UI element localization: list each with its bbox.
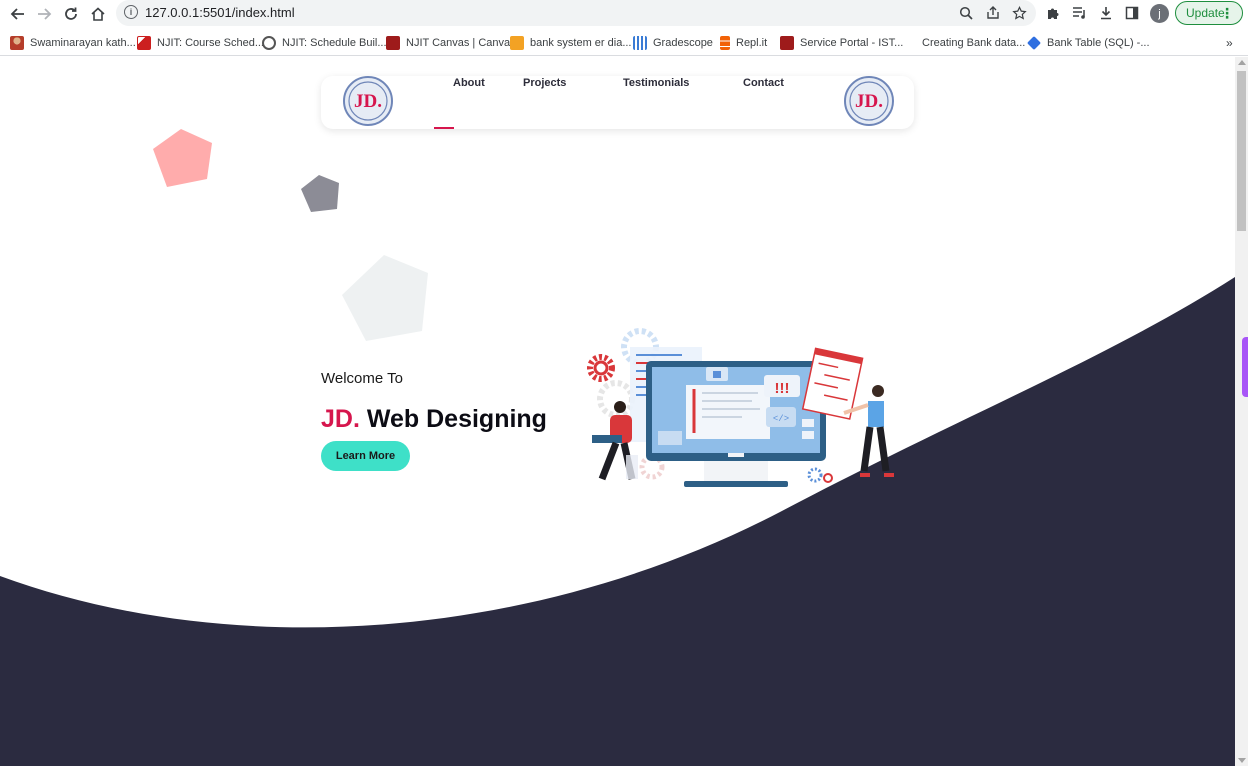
bookmark-label: Service Portal - IST...: [800, 37, 904, 49]
hero-welcome-text: Welcome To: [321, 370, 403, 387]
navbar: [321, 76, 914, 129]
bookmark-label: Repl.it: [736, 37, 768, 49]
bookmark-label: NJIT: Schedule Buil...: [282, 37, 387, 49]
side-panel-icon[interactable]: [1123, 4, 1141, 22]
page-viewport: JD. About Projects Testimonials Contact …: [0, 57, 1235, 766]
nav-link-contact[interactable]: Contact: [743, 77, 784, 89]
puzzle-icon[interactable]: [1044, 4, 1062, 22]
jd-logo-left[interactable]: JD.: [342, 76, 394, 126]
bookmarks-bar: Swaminarayan kath... NJIT: Course Sched.…: [0, 30, 1248, 56]
home-icon[interactable]: [87, 3, 109, 25]
bookmark-label: Swaminarayan kath...: [30, 37, 136, 49]
gear-icon: [587, 354, 615, 382]
headline-rest: Web Designing: [359, 405, 547, 433]
bookmark-label: Bank Table (SQL) -...: [1047, 37, 1150, 49]
download-icon[interactable]: [1097, 4, 1115, 22]
learn-more-button[interactable]: Learn More: [321, 441, 410, 471]
nav-link-projects[interactable]: Projects: [523, 77, 566, 89]
info-icon[interactable]: i: [124, 5, 138, 19]
gradescope-icon: [633, 36, 647, 50]
bookmark-item[interactable]: Service Portal - IST...: [780, 35, 903, 51]
decorative-pentagon-pink: [153, 129, 212, 187]
globe-icon: [262, 36, 276, 50]
bookmark-item[interactable]: NJIT: Schedule Buil...: [262, 35, 387, 51]
active-nav-indicator: [434, 127, 454, 129]
nav-link-testimonials[interactable]: Testimonials: [623, 77, 689, 89]
media-playlist-icon[interactable]: [1070, 4, 1088, 22]
forward-arrow-icon[interactable]: [33, 3, 55, 25]
share-icon[interactable]: [984, 4, 1002, 22]
side-extension-tab[interactable]: [1242, 337, 1248, 397]
bookmark-label: Creating Bank data...: [922, 37, 1026, 49]
url-text: 127.0.0.1:5501/index.html: [145, 5, 295, 20]
bookmark-label: Gradescope: [653, 37, 713, 49]
bookmark-favicon-icon: [137, 36, 151, 50]
profile-avatar[interactable]: j: [1150, 4, 1169, 23]
nav-link-about[interactable]: About: [453, 77, 485, 89]
address-bar[interactable]: i 127.0.0.1:5501/index.html: [116, 0, 1036, 26]
back-arrow-icon[interactable]: [7, 3, 29, 25]
svg-text:!!!: !!!: [775, 380, 790, 397]
scroll-down-arrow-icon[interactable]: [1238, 758, 1246, 763]
three-dots-icon[interactable]: ⋮: [1220, 5, 1234, 22]
hero-headline: JD. Web Designing: [321, 405, 547, 434]
scroll-up-arrow-icon[interactable]: [1238, 60, 1246, 65]
bookmark-item[interactable]: Swaminarayan kath...: [10, 35, 136, 51]
bookmark-item[interactable]: Bank Table (SQL) -...: [1027, 35, 1150, 51]
web-design-illustration: !!! </>: [587, 328, 894, 487]
bookmark-item[interactable]: Gradescope: [633, 35, 713, 51]
reload-icon[interactable]: [60, 3, 82, 25]
logo-text: JD.: [354, 91, 382, 112]
canvas-favicon-icon: [386, 36, 400, 50]
diamond-icon: [1027, 36, 1041, 50]
update-button[interactable]: Update ⋮: [1175, 1, 1243, 25]
browser-toolbar: i 127.0.0.1:5501/index.html j Update ⋮: [0, 0, 1248, 27]
bookmark-favicon-icon: [10, 36, 24, 50]
bookmark-label: bank system er dia...: [530, 37, 632, 49]
bookmark-item[interactable]: Repl.it: [720, 35, 767, 51]
bookmark-item[interactable]: bank system er dia...: [510, 35, 632, 51]
bookmark-item[interactable]: NJIT Canvas | Canvas: [386, 35, 516, 51]
update-label: Update: [1186, 6, 1225, 20]
bookmark-label: NJIT: Course Sched...: [157, 37, 264, 49]
scroll-thumb[interactable]: [1237, 71, 1246, 231]
zoom-icon[interactable]: [957, 4, 975, 22]
service-portal-icon: [780, 36, 794, 50]
decorative-pentagon-light: [342, 255, 428, 341]
star-icon[interactable]: [1010, 4, 1028, 22]
decorative-pentagon-grey: [301, 175, 339, 212]
bookmark-label: NJIT Canvas | Canvas: [406, 37, 516, 49]
bookmark-item[interactable]: Creating Bank data...: [922, 35, 1025, 51]
jd-logo-right[interactable]: JD.: [843, 76, 895, 126]
bookmark-item[interactable]: NJIT: Course Sched...: [137, 35, 264, 51]
replit-icon: [720, 36, 730, 50]
diagram-favicon-icon: [510, 36, 524, 50]
bookmarks-overflow-button[interactable]: »: [1226, 36, 1233, 50]
svg-text:</>: </>: [773, 414, 789, 424]
logo-text: JD.: [855, 91, 883, 112]
page-scrollbar[interactable]: [1235, 57, 1248, 766]
headline-accent: JD.: [321, 405, 360, 433]
